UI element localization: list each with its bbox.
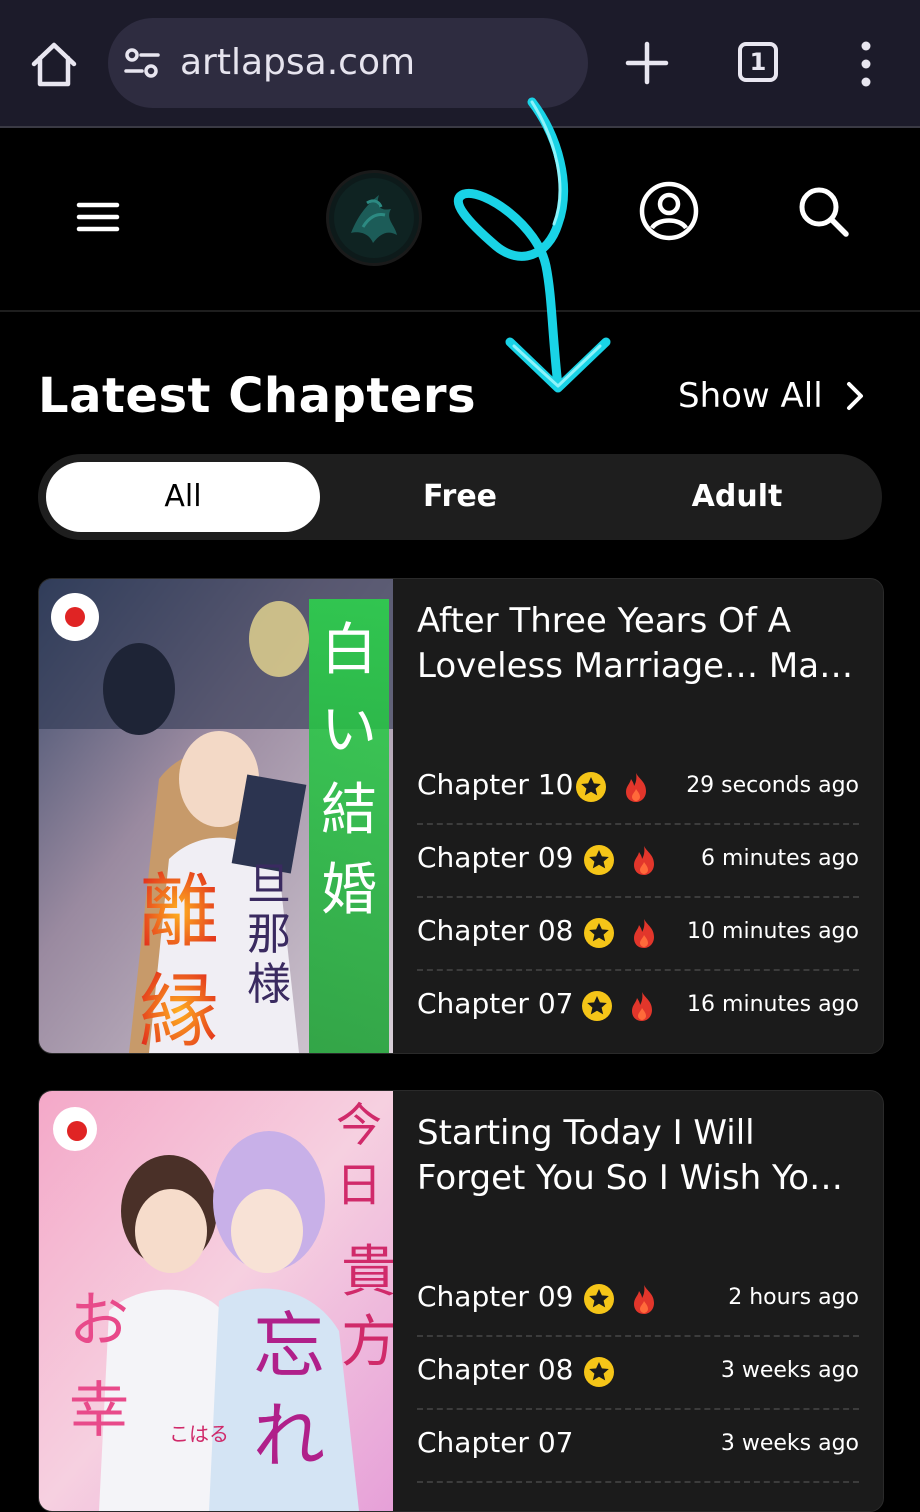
svg-text:今: 今: [336, 1098, 382, 1152]
japan-flag-icon: [53, 1107, 97, 1151]
chapter-time: 3 weeks ago: [720, 1358, 859, 1383]
svg-text:こはる: こはる: [169, 1422, 229, 1446]
svg-text:貴: 貴: [341, 1240, 393, 1305]
menu-icon[interactable]: [76, 200, 120, 234]
tab-all[interactable]: All: [46, 462, 320, 532]
search-icon[interactable]: [796, 184, 850, 238]
chapter-label: Chapter 07: [417, 1426, 574, 1459]
svg-text:忘: 忘: [253, 1304, 325, 1388]
chapter-row[interactable]: Chapter 07 3 weeks ago: [417, 1409, 859, 1483]
svg-text:日: 日: [336, 1158, 382, 1212]
svg-text:結: 結: [321, 778, 377, 843]
chapter-label: Chapter 09: [417, 1280, 574, 1313]
chapter-label: Chapter 10: [417, 768, 574, 801]
chapter-label: Chapter 09: [417, 841, 574, 874]
url-text: artlapsa.com: [180, 42, 416, 83]
section-title: Latest Chapters: [38, 368, 477, 424]
chapter-time: 3 weeks ago: [720, 1431, 859, 1456]
svg-text:様: 様: [247, 959, 291, 1010]
svg-text:婚: 婚: [321, 858, 377, 923]
chapter-label: Chapter 08: [417, 914, 574, 947]
chapter-time: 10 minutes ago: [687, 919, 859, 944]
svg-text:白: 白: [321, 618, 377, 683]
site-header: [0, 128, 920, 312]
fire-icon: [634, 1285, 654, 1314]
fire-icon: [632, 992, 652, 1021]
card-title[interactable]: Starting Today I Will Forget You So I Wi…: [417, 1111, 867, 1201]
chapter-time: 6 minutes ago: [701, 846, 859, 871]
chapter-time: 2 hours ago: [728, 1285, 859, 1310]
star-badge-icon: [584, 1357, 614, 1387]
show-all-label: Show All: [678, 376, 823, 416]
chapter-row[interactable]: Chapter 09 6 minutes ago: [417, 824, 859, 898]
chapter-row[interactable]: Chapter 07 16 minutes ago: [417, 970, 859, 1042]
chapter-time: 16 minutes ago: [687, 992, 859, 1017]
cover-image[interactable]: 今 日 貴 方 忘 れ お 幸 こはる: [39, 1091, 393, 1511]
tab-adult[interactable]: Adult: [600, 462, 874, 532]
svg-text:お: お: [69, 1286, 129, 1356]
star-badge-icon: [584, 845, 614, 875]
svg-text:縁: 縁: [139, 965, 219, 1053]
svg-text:れ: れ: [253, 1394, 325, 1478]
fire-icon: [634, 919, 654, 948]
chapter-label: Chapter 08: [417, 1353, 574, 1386]
logo-emblem-icon: [334, 178, 414, 258]
svg-text:旦: 旦: [247, 859, 291, 910]
japan-flag-icon: [51, 593, 99, 641]
site-settings-icon[interactable]: [124, 46, 160, 80]
svg-text:離: 離: [139, 865, 219, 958]
svg-text:方: 方: [341, 1310, 393, 1375]
star-badge-icon: [582, 991, 612, 1021]
browser-toolbar: artlapsa.com 1: [0, 0, 920, 128]
new-tab-icon[interactable]: [624, 40, 670, 86]
manga-card[interactable]: 白 い 結 婚 旦 那 様 離 縁 After Three Years Of A…: [38, 578, 884, 1054]
chapter-label: Chapter 07: [417, 987, 574, 1020]
site-logo[interactable]: [326, 170, 422, 266]
chapter-row[interactable]: Chapter 08 10 minutes ago: [417, 897, 859, 971]
filter-tabs: All Free Adult: [38, 454, 882, 540]
manga-card[interactable]: 今 日 貴 方 忘 れ お 幸 こはる Starting Today I Wil…: [38, 1090, 884, 1512]
star-badge-icon: [576, 772, 606, 802]
star-badge-icon: [584, 918, 614, 948]
svg-text:那: 那: [247, 909, 291, 960]
fire-icon: [634, 846, 654, 875]
chevron-right-icon: [846, 382, 863, 410]
card-title[interactable]: After Three Years Of A Loveless Marriage…: [417, 599, 867, 689]
browser-menu-icon[interactable]: [856, 40, 876, 88]
address-bar[interactable]: artlapsa.com: [108, 18, 588, 108]
svg-text:幸: 幸: [69, 1376, 129, 1446]
star-badge-icon: [584, 1284, 614, 1314]
chapter-row[interactable]: Chapter 10 29 seconds ago: [417, 751, 859, 825]
cover-image[interactable]: 白 い 結 婚 旦 那 様 離 縁: [39, 579, 393, 1053]
svg-text:い: い: [321, 698, 377, 763]
fire-icon: [626, 773, 646, 802]
show-all-link[interactable]: Show All: [678, 370, 865, 422]
account-icon[interactable]: [638, 180, 700, 242]
tab-free[interactable]: Free: [323, 462, 597, 532]
chapter-row[interactable]: Chapter 08 3 weeks ago: [417, 1336, 859, 1410]
tab-switcher-button[interactable]: 1: [738, 42, 778, 82]
chapter-time: 29 seconds ago: [686, 773, 859, 798]
home-icon[interactable]: [28, 38, 80, 90]
chapter-row[interactable]: Chapter 09 2 hours ago: [417, 1263, 859, 1337]
